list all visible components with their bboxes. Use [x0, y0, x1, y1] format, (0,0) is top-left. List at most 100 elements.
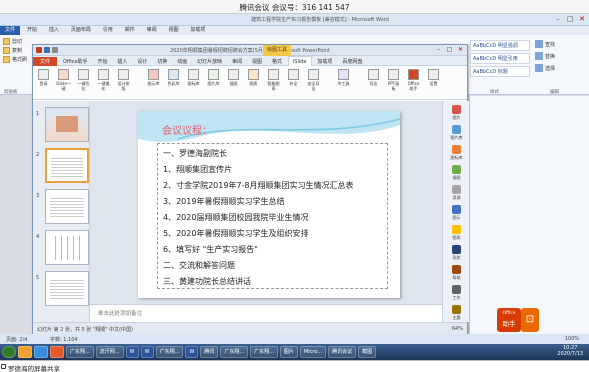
word-zoom[interactable]: 100%	[565, 336, 579, 342]
export-square-icon[interactable]: ⊡	[521, 308, 539, 332]
word-replace-button[interactable]: 替换	[535, 52, 587, 60]
ppt-ribbon-button[interactable]: 插图	[226, 69, 241, 86]
ppt-ribbon-button[interactable]: 图标库	[186, 69, 201, 86]
taskbar-window[interactable]: 截图	[358, 346, 377, 358]
taskbar-window[interactable]: 广东翔...	[155, 346, 184, 358]
side-panel-button[interactable]: 图表	[446, 225, 467, 241]
side-panel-button[interactable]: 图标库	[446, 145, 467, 161]
word-tab-references[interactable]: 引用	[98, 26, 118, 35]
taskbar-window[interactable]: W	[185, 346, 199, 358]
ppt-ribbon-button[interactable]: 一键美化	[96, 69, 111, 91]
ppt-ribbon-button[interactable]: 图示库	[146, 69, 161, 86]
word-format-painter-button[interactable]: 格式刷	[0, 55, 32, 64]
slide-thumbnail[interactable]	[45, 107, 89, 142]
taskbar-window[interactable]: 广东翔...	[220, 346, 249, 358]
undo-icon[interactable]	[52, 47, 58, 53]
app-icon[interactable]	[50, 346, 64, 358]
word-tab-insert[interactable]: 插入	[44, 26, 64, 35]
taskbar-window[interactable]: 广东翔...	[66, 346, 94, 358]
ppt-ribbon-button[interactable]: AI工具	[336, 69, 351, 86]
system-clock[interactable]: 10:27 2020/7/13	[557, 345, 583, 357]
picture-icon	[452, 105, 461, 114]
word-cut-button[interactable]: 剪切	[0, 37, 32, 46]
side-panel-button[interactable]: 形状	[446, 245, 467, 261]
content-placeholder[interactable]: 一、罗德海副院长 1、翔顺集团宣传片 2、寸金学院2019年7-8月翔顺集团实习…	[157, 143, 388, 289]
ppt-ribbon-button[interactable]: PPT画板	[386, 69, 401, 91]
word-tab-mailings[interactable]: 邮件	[120, 26, 140, 35]
office-helper-badge[interactable]: Office 助手	[497, 308, 521, 332]
slide-thumbnail-selected[interactable]	[45, 148, 89, 183]
style-intense-emphasis[interactable]: AaBbCcD 明显强调	[470, 40, 530, 51]
close-icon[interactable]: ✕	[576, 15, 588, 24]
taskbar-window[interactable]: 广东翔...	[250, 346, 278, 358]
taskbar-window[interactable]: Micro...	[299, 346, 327, 358]
ai-icon	[338, 69, 349, 80]
meeting-title: 腾讯会议 会议号：316 141 547	[239, 3, 350, 12]
slide-thumbnail[interactable]	[45, 271, 89, 306]
word-select-button[interactable]: 选择	[535, 64, 587, 72]
ppt-ribbon-button[interactable]: 安全导出	[306, 69, 321, 91]
ppt-ribbon-button[interactable]: 一键优化	[76, 69, 91, 91]
side-panel-button[interactable]: 图片库	[446, 125, 467, 141]
side-panel-button[interactable]: 图示	[446, 205, 467, 221]
ppt-ribbon-button[interactable]: 登录	[36, 69, 51, 86]
side-panel-button[interactable]: 主题	[446, 305, 467, 321]
taskbar-window[interactable]: 图片	[279, 346, 298, 358]
word-tab-view[interactable]: 视图	[164, 26, 184, 35]
word-titlebar: 建筑工程学院生产实习报告模板 [兼容模式] - Microsoft Word –…	[0, 14, 589, 26]
close-icon[interactable]: ✕	[456, 46, 465, 54]
slide-title[interactable]: 会议议程：	[162, 122, 212, 137]
ppt-ribbon-button[interactable]: 设计排版	[116, 69, 131, 91]
side-panel-button[interactable]: 插图	[446, 165, 467, 181]
word-styles-gallery: AaBbCcD 明显强调 AaBbCcD 明显引用 AaBbCcD 标题	[470, 40, 530, 80]
current-slide[interactable]: 会议议程： 一、罗德海副院长 1、翔顺集团宣传片 2、寸金学院2019年7-8月…	[138, 111, 400, 298]
word-clipboard-group: 剪切 复制 格式刷	[0, 37, 32, 95]
taskbar-window[interactable]: 流汗网...	[95, 346, 124, 358]
user-icon	[38, 69, 49, 80]
taskbar-window[interactable]: 腾讯会议	[328, 346, 357, 358]
side-panel-button[interactable]: 图片	[446, 105, 467, 121]
word-tab-review[interactable]: 审阅	[142, 26, 162, 35]
ppt-ribbon-button[interactable]: Office助手	[406, 69, 421, 91]
style-title[interactable]: AaBbCcD 标题	[470, 66, 530, 77]
start-button[interactable]	[2, 346, 16, 358]
screen-share-label: 罗德海的屏幕共享	[0, 360, 589, 372]
slide-thumbnail[interactable]	[45, 230, 89, 265]
fill-icon	[288, 69, 299, 80]
ppt-ribbon-button[interactable]: 导出	[366, 69, 381, 86]
browser-icon[interactable]	[34, 346, 48, 358]
taskbar-window[interactable]: W	[125, 346, 139, 358]
word-copy-button[interactable]: 复制	[0, 46, 32, 55]
side-panel-button[interactable]: 工作	[446, 285, 467, 301]
shape-icon	[452, 245, 461, 254]
ppt-ribbon-button[interactable]: 图片库	[206, 69, 221, 86]
slide-thumbnail[interactable]	[45, 189, 89, 224]
side-panel-button[interactable]: 资源	[446, 185, 467, 201]
taskbar-window[interactable]: 腾讯	[200, 346, 219, 358]
word-find-button[interactable]: 查找	[535, 40, 587, 48]
explorer-icon[interactable]	[18, 346, 32, 358]
word-tab-addins[interactable]: 加载项	[186, 26, 211, 35]
theme-icon	[452, 305, 461, 314]
ppt-ribbon-button[interactable]: iSlide一键	[56, 69, 71, 91]
save-icon[interactable]	[44, 47, 50, 53]
ppt-ribbon-button[interactable]: 色彩库	[166, 69, 181, 86]
ppt-ribbon-button[interactable]: 智能图表	[266, 69, 281, 91]
ppt-ribbon-button[interactable]: 图表	[246, 69, 261, 86]
ppt-ribbon-button[interactable]: 补全	[286, 69, 301, 86]
word-tab-layout[interactable]: 页面布局	[66, 26, 96, 35]
taskbar-window[interactable]: W	[140, 346, 154, 358]
word-tab-home[interactable]: 开始	[22, 26, 42, 35]
zoom-level[interactable]: 64%	[452, 326, 463, 332]
minimize-icon[interactable]: –	[434, 46, 443, 54]
maximize-icon[interactable]: □	[564, 15, 576, 24]
side-panel-button[interactable]: 帮助	[446, 265, 467, 281]
optimize-icon	[78, 69, 89, 80]
minimize-icon[interactable]: –	[552, 15, 564, 24]
ppt-ribbon-button[interactable]: 设置	[426, 69, 441, 86]
notes-pane[interactable]: 单击此处添加备注	[90, 304, 442, 322]
style-intense-quote[interactable]: AaBbCcD 明显引用	[470, 53, 530, 64]
word-status-bar: 页面: 2/4 字数: 1,104 100%	[0, 334, 589, 344]
word-tab-file[interactable]: 文件	[0, 26, 21, 35]
maximize-icon[interactable]: □	[445, 46, 454, 54]
